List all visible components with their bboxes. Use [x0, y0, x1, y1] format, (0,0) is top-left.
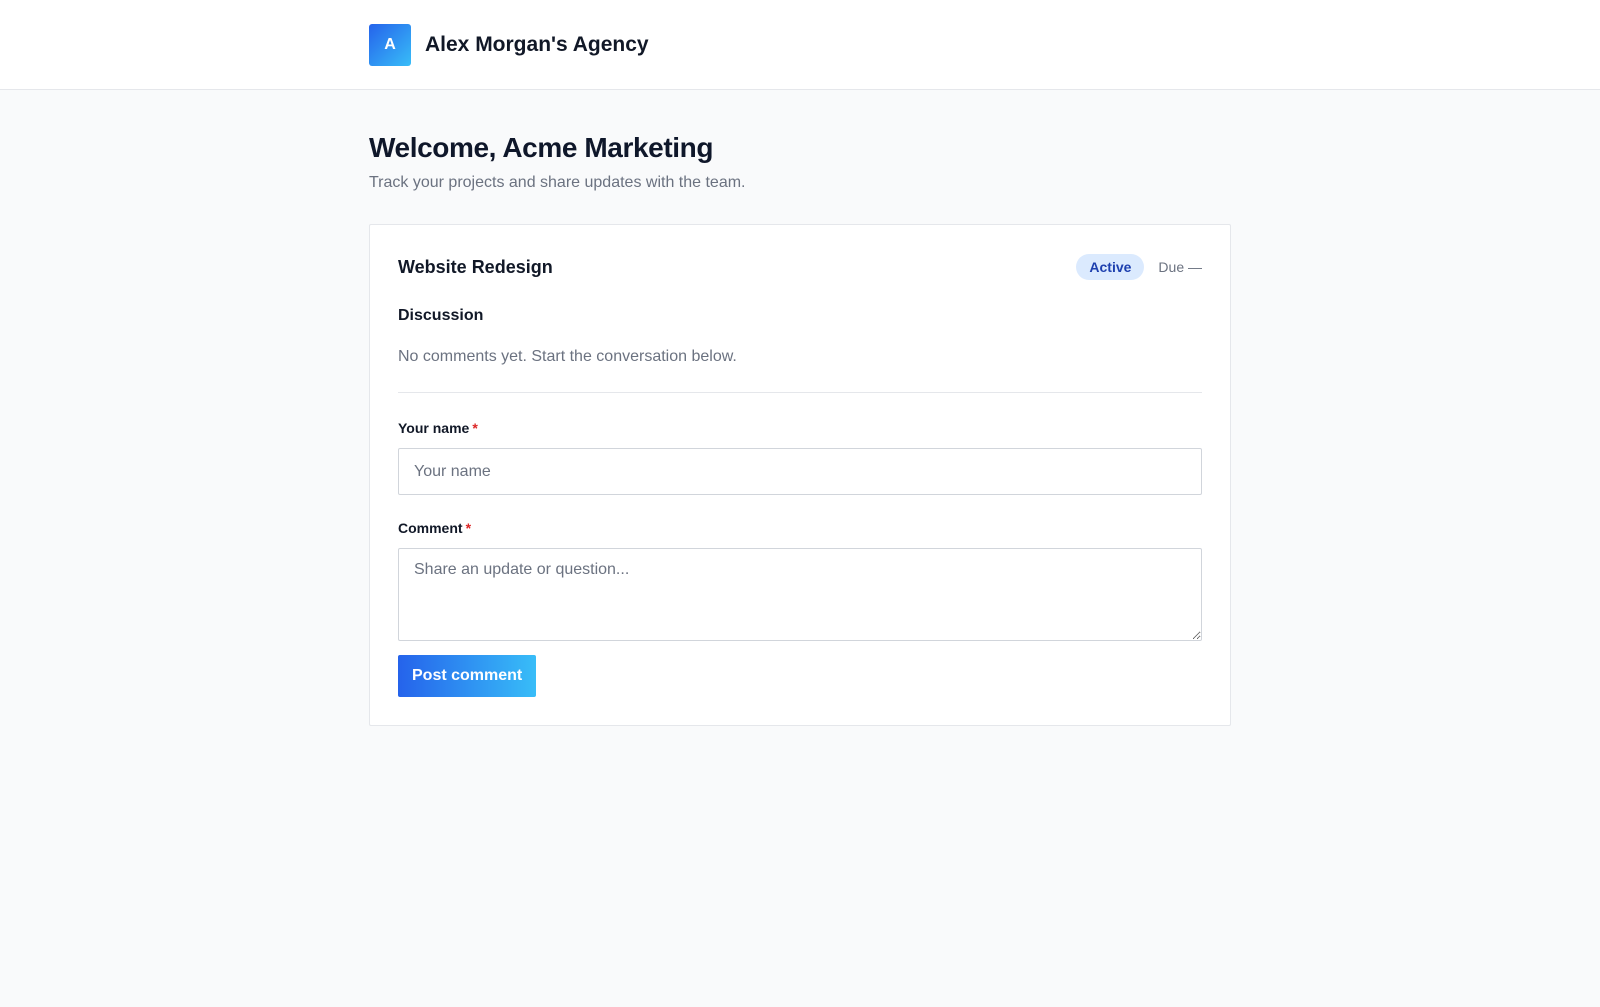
empty-comments-message: No comments yet. Start the conversation … — [398, 348, 737, 365]
due-date: Due — — [1158, 259, 1202, 275]
comment-form: Your name* Comment* Post comment — [398, 419, 1202, 697]
project-card-header: Website Redesign Active Due — — [398, 253, 1202, 281]
name-field-label: Your name * — [398, 419, 1202, 437]
comment-label-text: Comment — [398, 520, 463, 536]
project-meta: Active Due — — [1076, 254, 1202, 280]
required-marker: * — [465, 520, 472, 536]
status-badge: Active — [1076, 254, 1145, 280]
main-content: Welcome, Acme Marketing Track your proje… — [369, 90, 1231, 726]
post-comment-button[interactable]: Post comment — [398, 655, 537, 697]
name-input[interactable] — [398, 448, 1202, 495]
required-marker: * — [472, 420, 478, 436]
agency-logo: A — [369, 23, 411, 66]
top-bar: A Alex Morgan's Agency — [0, 0, 1600, 90]
comment-field-label: Comment * — [398, 519, 1202, 537]
top-bar-inner: A Alex Morgan's Agency — [369, 0, 1231, 89]
comment-textarea[interactable] — [398, 548, 1202, 641]
page-subtitle: Track your projects and share updates wi… — [369, 174, 746, 191]
agency-name: Alex Morgan's Agency — [425, 32, 649, 56]
project-name: Website Redesign — [398, 256, 553, 277]
page-title: Welcome, Acme Marketing — [369, 132, 714, 163]
name-label-text: Your name — [398, 420, 470, 436]
divider — [398, 392, 1202, 393]
discussion-title: Discussion — [398, 307, 484, 324]
project-card: Website Redesign Active Due — Discussion… — [369, 224, 1231, 726]
